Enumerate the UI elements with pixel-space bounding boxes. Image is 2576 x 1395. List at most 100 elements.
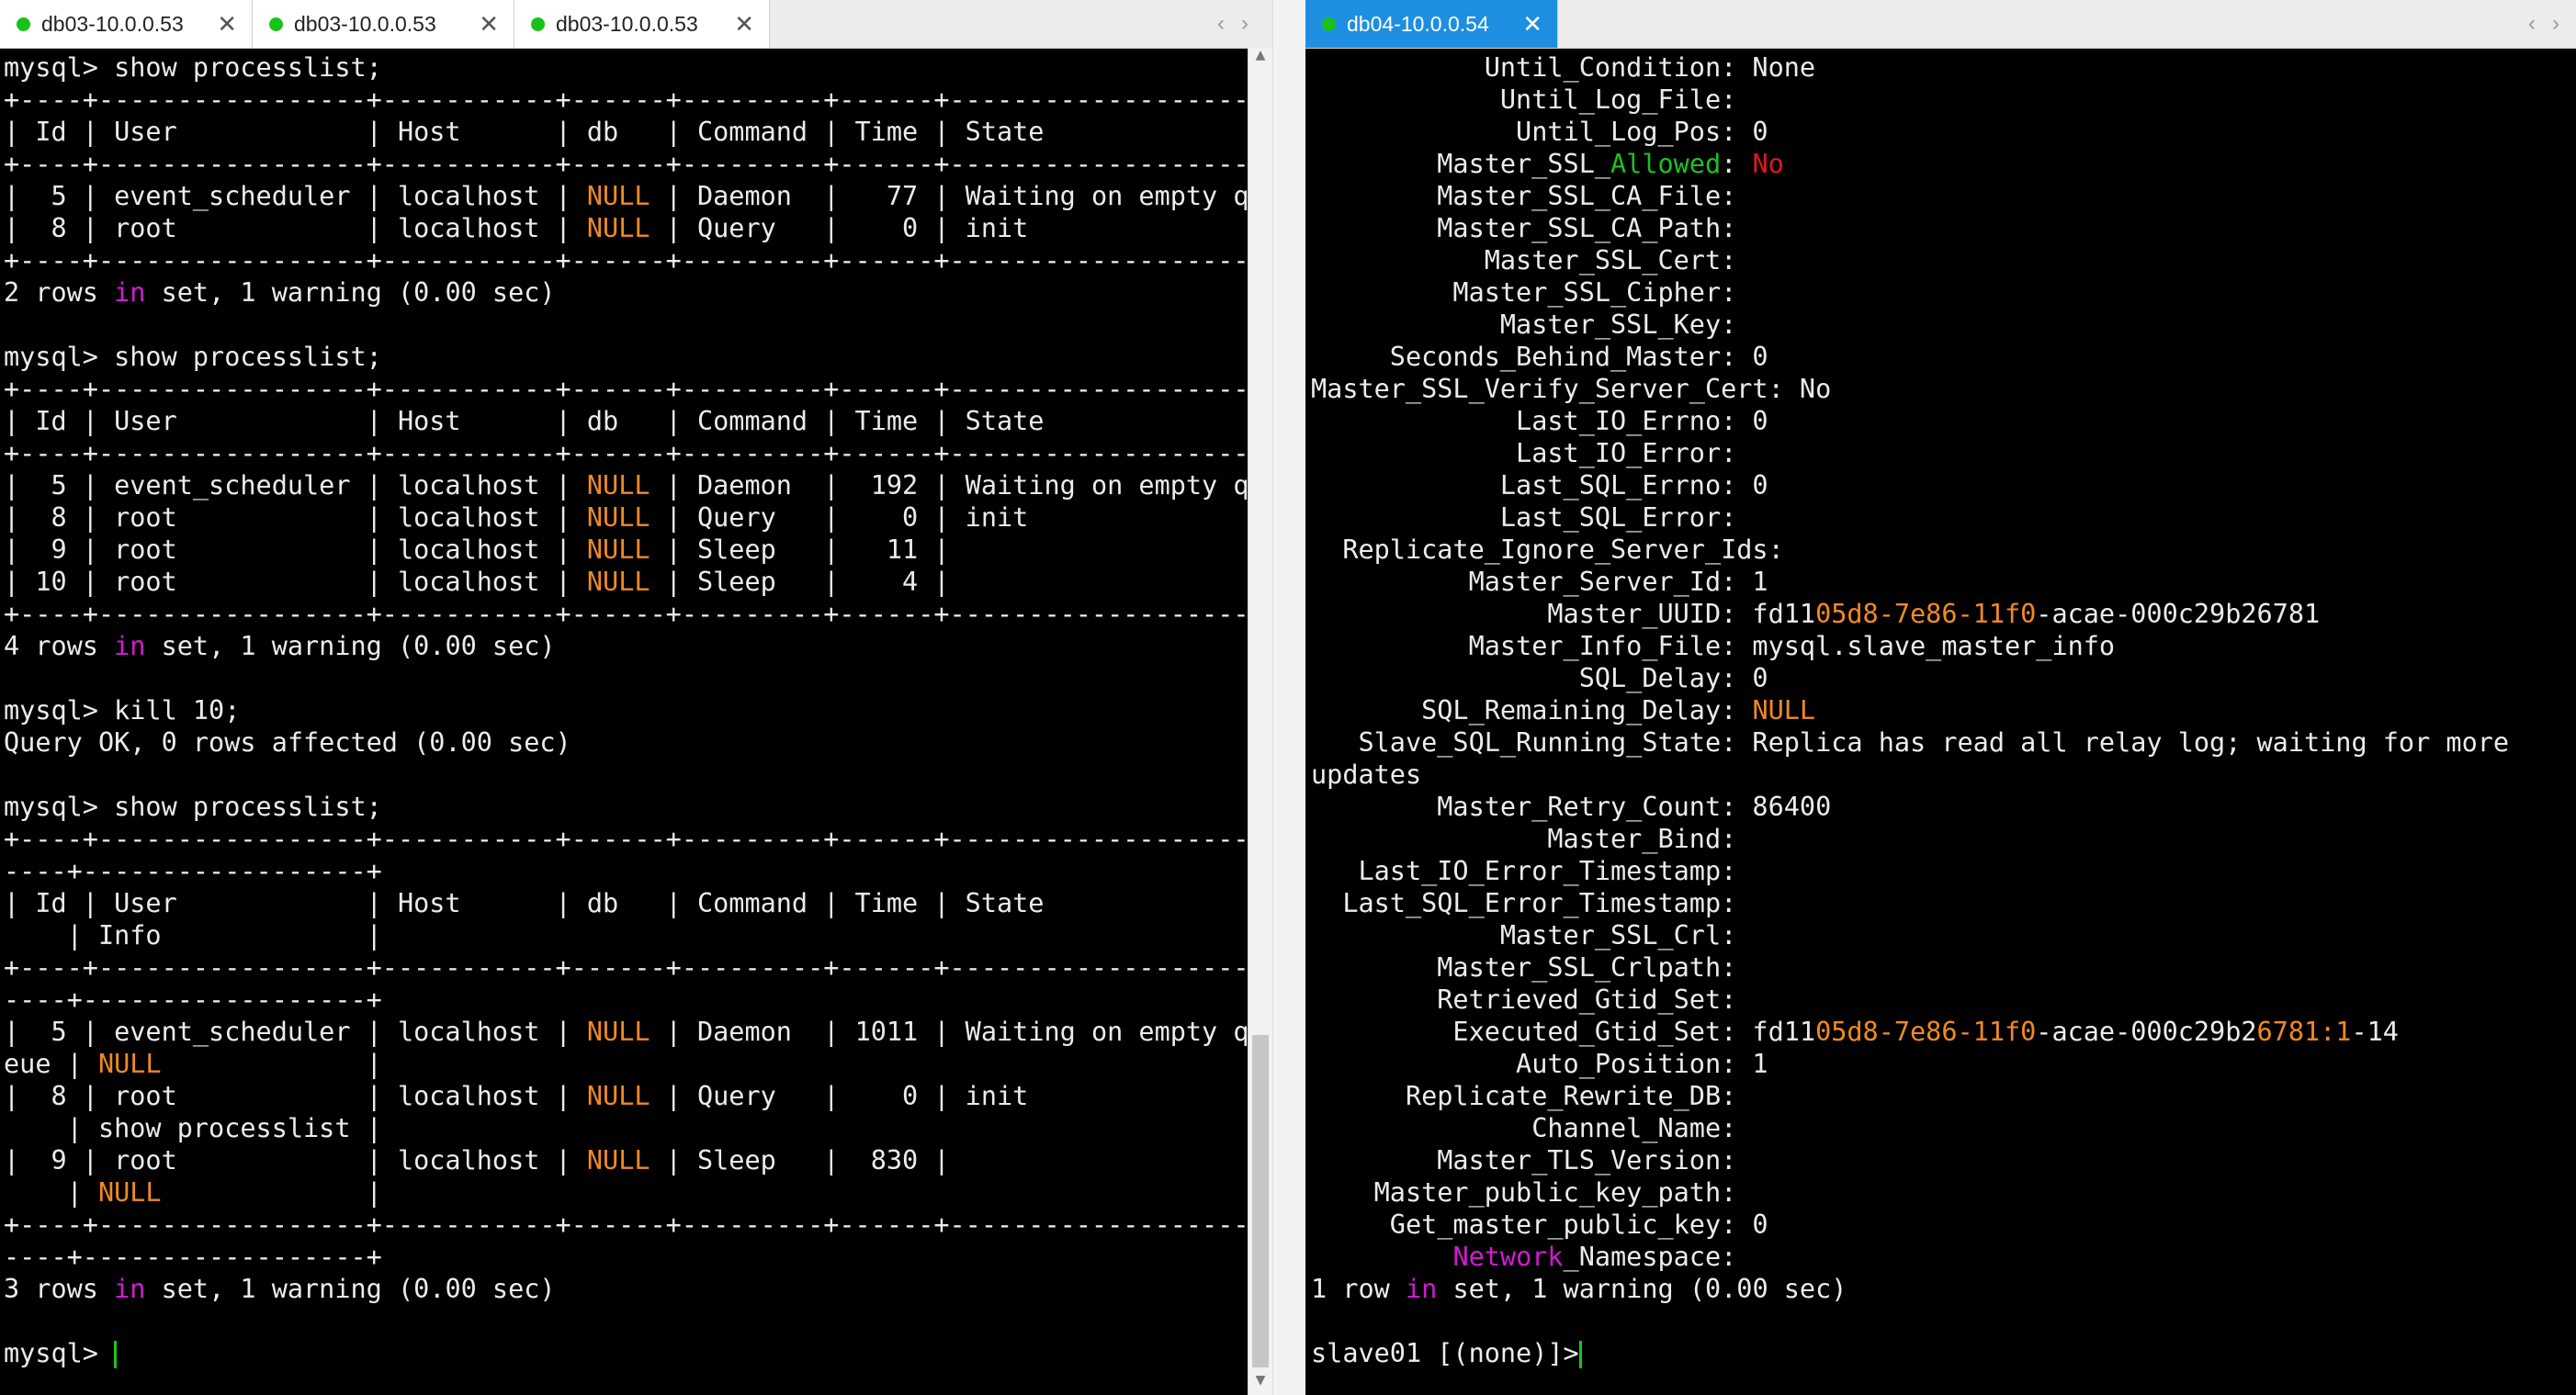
terminal-line: | 9 | root | localhost | NULL | Sleep | …	[4, 1144, 1248, 1176]
chevron-left-icon[interactable]: ‹	[2528, 11, 2536, 37]
terminal-text: Until_Log_File:	[1311, 84, 1753, 115]
terminal-text: | 8 | root | localhost |	[4, 213, 587, 243]
terminal-line: mysql>	[4, 1337, 1248, 1369]
tab-db03-1[interactable]: db03-10.0.0.53 ✕	[0, 0, 253, 48]
tab-db04[interactable]: db04-10.0.0.54 ✕	[1305, 0, 1558, 48]
terminal-text: Master_Bind:	[1311, 824, 1753, 854]
close-icon[interactable]: ✕	[734, 10, 754, 39]
terminal-line: Master_public_key_path:	[1311, 1176, 2576, 1209]
terminal-line: Replicate_Ignore_Server_Ids:	[1311, 534, 2576, 566]
terminal-text: set, 1 warning (0.00 sec)	[145, 1274, 556, 1304]
terminal-line: mysql> show processlist;	[4, 51, 1248, 84]
terminal-line: Until_Log_File:	[1311, 84, 2576, 116]
terminal-text: set, 1 warning (0.00 sec)	[145, 631, 556, 661]
close-icon[interactable]: ✕	[217, 10, 237, 39]
terminal-text: Seconds_Behind_Master: 0	[1311, 342, 1768, 372]
terminal-line: Executed_Gtid_Set: fd1105d8-7e86-11f0-ac…	[1311, 1016, 2576, 1048]
terminal-line: | 5 | event_scheduler | localhost | NULL…	[4, 469, 1265, 501]
terminal-text: NULL	[97, 1177, 162, 1208]
terminal-text: NULL	[1752, 695, 1816, 726]
terminal-line: Master_SSL_Verify_Server_Cert: No	[1311, 373, 2576, 405]
terminal-text: | Daemon | 192 | Waiting on empty qu	[650, 470, 1265, 501]
terminal-line: mysql> kill 10;	[4, 694, 1248, 726]
terminal-text: +----+-----------------+-----------+----…	[4, 599, 1265, 629]
close-icon[interactable]: ✕	[479, 10, 499, 39]
terminal-line: | 5 | event_scheduler | localhost | NULL…	[4, 1016, 1265, 1048]
terminal-text: No	[1752, 149, 1784, 179]
terminal-text: | Info |	[4, 920, 382, 951]
terminal-line: Last_SQL_Error:	[1311, 501, 2576, 534]
right-terminal-output[interactable]: Until_Condition: None Until_Log_File: Un…	[1311, 51, 2576, 1395]
terminal-text: Master_SSL_Verify_Server_Cert: No	[1311, 374, 1832, 404]
terminal-text: Master_SSL_Cipher:	[1311, 277, 1753, 308]
terminal-text: Master_SSL_CA_Path:	[1311, 213, 1753, 243]
tab-db03-2[interactable]: db03-10.0.0.53 ✕	[253, 0, 514, 48]
terminal-text: 3 rows	[4, 1274, 115, 1304]
tab-db03-3[interactable]: db03-10.0.0.53 ✕	[514, 0, 770, 48]
terminal-text: | Id | User | Host | db | Command | Time…	[4, 406, 1045, 436]
terminal-text: Query OK, 0 rows affected (0.00 sec)	[4, 727, 571, 758]
terminal-line: 3 rows in set, 1 warning (0.00 sec)	[4, 1273, 1248, 1305]
terminal-line: SQL_Delay: 0	[1311, 662, 2576, 694]
close-icon[interactable]: ✕	[1522, 10, 1542, 39]
terminal-text: Last_IO_Error:	[1311, 438, 1753, 468]
terminal-line: Last_IO_Error:	[1311, 437, 2576, 469]
terminal-text: Master_SSL_	[1311, 149, 1611, 179]
terminal-line: | 9 | root | localhost | NULL | Sleep | …	[4, 534, 1248, 566]
terminal-line: | Id | User | Host | db | Command | Time…	[4, 405, 1248, 437]
terminal-line: Master_UUID: fd1105d8-7e86-11f0-acae-000…	[1311, 598, 2576, 630]
tab-label: db03-10.0.0.53	[41, 11, 184, 36]
terminal-line: Master_Retry_Count: 86400	[1311, 791, 2576, 823]
terminal-text: | Sleep | 4 |	[650, 567, 950, 597]
terminal-text: NULL	[586, 567, 650, 597]
terminal-line: Auto_Position: 1	[1311, 1048, 2576, 1080]
pane-splitter[interactable]	[1272, 0, 1307, 1395]
terminal-text: Master_SSL_CA_File:	[1311, 181, 1753, 211]
green-dot-icon	[17, 17, 30, 31]
left-scrollbar[interactable]: ▲ ▼	[1248, 48, 1272, 1395]
terminal-line: updates	[1311, 759, 2576, 791]
terminal-text: +----+-----------------+-----------+----…	[4, 438, 1265, 468]
terminal-text: ----+------------------+	[4, 1242, 382, 1272]
terminal-line: | 8 | root | localhost | NULL | Query | …	[4, 501, 1248, 534]
terminal-text: Master_SSL_Crlpath:	[1311, 952, 1753, 983]
chevron-left-icon[interactable]: ‹	[1217, 11, 1225, 37]
terminal-text: ----+------------------+	[4, 856, 382, 886]
terminal-line: Master_SSL_Crlpath:	[1311, 951, 2576, 984]
terminal-text: Until_Condition: None	[1311, 52, 1816, 83]
scroll-down-icon[interactable]: ▼	[1248, 1373, 1272, 1395]
terminal-text: |	[161, 1177, 382, 1208]
terminal-line: +----+-----------------+-----------+----…	[4, 437, 1265, 469]
green-dot-icon	[1322, 17, 1336, 31]
terminal-line: | 8 | root | localhost | NULL | Query | …	[4, 1080, 1248, 1112]
terminal-text: | 5 | event_scheduler | localhost |	[4, 1017, 587, 1047]
terminal-text: Master_SSL_Cert:	[1311, 245, 1753, 276]
terminal-text: | Sleep | 830 |	[650, 1145, 950, 1176]
chevron-right-icon[interactable]: ›	[1241, 11, 1248, 37]
terminal-text: Until_Log_Pos: 0	[1311, 117, 1768, 147]
terminal-line: +----+-----------------+-----------+----…	[4, 951, 1265, 984]
terminal-text: Replicate_Rewrite_DB:	[1311, 1081, 1753, 1111]
terminal-text: +----+-----------------+-----------+----…	[4, 1209, 1265, 1240]
terminal-text: -acae-000c29b26781	[2036, 599, 2321, 629]
terminal-text: Allowed	[1610, 149, 1722, 179]
terminal-text: Master_public_key_path:	[1311, 1177, 1753, 1208]
terminal-text: NULL	[586, 470, 650, 501]
terminal-line: Master_SSL_Allowed: No	[1311, 148, 2576, 180]
chevron-right-icon[interactable]: ›	[2552, 11, 2559, 37]
terminal-line: Master_Bind:	[1311, 823, 2576, 855]
terminal-text: Master_UUID: fd11	[1311, 599, 1816, 629]
terminal-line: Master_SSL_CA_Path:	[1311, 212, 2576, 244]
left-terminal-output[interactable]: mysql> show processlist; +----+----------…	[4, 51, 1265, 1395]
terminal-line: Query OK, 0 rows affected (0.00 sec)	[4, 726, 1248, 759]
scroll-thumb[interactable]	[1252, 1035, 1269, 1367]
scroll-up-icon[interactable]: ▲	[1248, 48, 1272, 70]
terminal-text: | 9 | root | localhost |	[4, 1145, 587, 1176]
terminal-text: set, 1 warning (0.00 sec)	[145, 277, 556, 308]
terminal-text: | Query | 0 | init	[650, 213, 1029, 243]
terminal-line: Master_SSL_CA_File:	[1311, 180, 2576, 212]
